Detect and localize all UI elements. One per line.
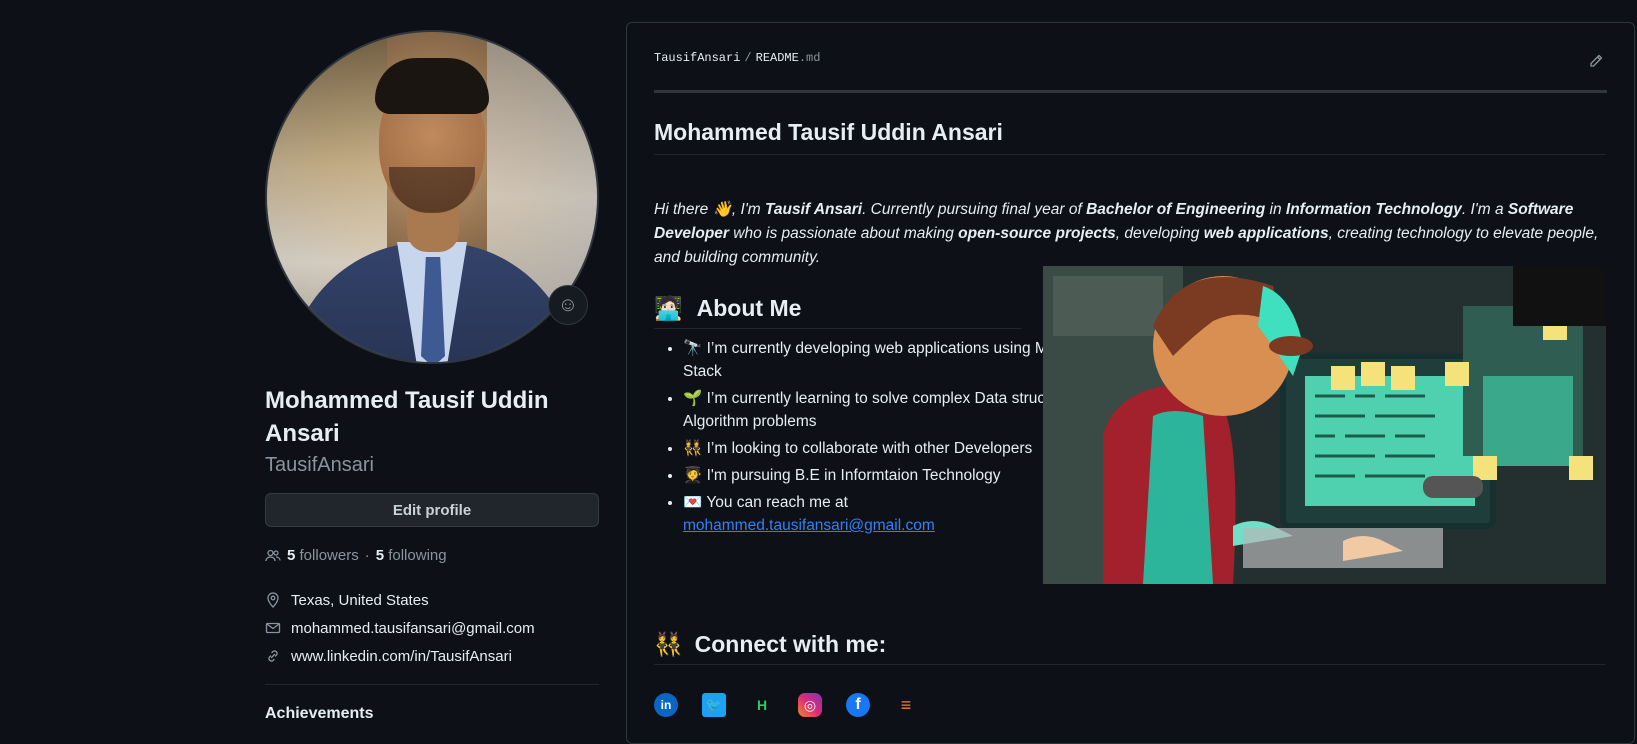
developer-illustration	[1043, 266, 1606, 584]
smiley-icon: ☺	[557, 293, 579, 316]
avatar[interactable]	[265, 30, 599, 364]
following-link[interactable]: 5 following	[376, 547, 447, 564]
sidebar-divider	[265, 684, 599, 685]
link-icon	[265, 648, 281, 664]
list-item: 🔭 I’m currently developing web applicati…	[683, 337, 1103, 383]
social-links: in 🐦 H ◎ f ≡	[654, 693, 918, 717]
breadcrumb-separator: /	[744, 51, 752, 65]
list-text: You can reach me at	[706, 494, 848, 511]
list-text: I’m looking to collaborate with other De…	[706, 440, 1033, 457]
pencil-icon	[1588, 54, 1604, 73]
intro-bold: Tausif Ansari	[765, 201, 863, 218]
follow-stats: 5 followers · 5 following	[265, 547, 599, 564]
readme-file-base: README	[755, 51, 799, 65]
readme-file-ext: .md	[798, 51, 821, 65]
email-link[interactable]: mohammed.tausifansari@gmail.com	[291, 620, 535, 637]
intro-text: Hi there	[654, 201, 713, 218]
list-item: 🌱 I’m currently learning to solve comple…	[683, 387, 1103, 433]
achievements-heading[interactable]: Achievements	[265, 705, 599, 723]
intro-text: . I'm a	[1461, 201, 1508, 218]
followers-link[interactable]: 5 followers	[287, 547, 359, 564]
location-text: Texas, United States	[291, 591, 429, 609]
list-emoji: 👯	[683, 440, 703, 457]
intro-text: , developing	[1115, 225, 1204, 242]
intro-bold: Bachelor of Engineering	[1086, 201, 1266, 218]
mail-icon	[265, 620, 281, 636]
readme-title: Mohammed Tausif Uddin Ansari	[654, 119, 1606, 155]
profile-sidebar: ☺ Mohammed Tausif Uddin Ansari TausifAns…	[265, 30, 599, 723]
following-label: following	[388, 547, 447, 564]
edit-profile-button[interactable]: Edit profile	[265, 493, 599, 527]
twitter-icon[interactable]: 🐦	[702, 693, 726, 717]
list-item: 💌 You can reach me at mohammed.tausifansa…	[683, 491, 1103, 537]
readme-panel: TausifAnsari / README.md Mohammed Tausif U…	[626, 22, 1635, 744]
intro-bold: open-source projects	[958, 225, 1116, 242]
about-me-list: 🔭 I’m currently developing web applicati…	[663, 337, 1103, 541]
instagram-icon[interactable]: ◎	[798, 693, 822, 717]
avatar-hair	[375, 58, 489, 114]
profile-name: Mohammed Tausif Uddin Ansari	[265, 387, 549, 447]
list-emoji: 💌	[683, 494, 703, 511]
intro-text: , I'm	[731, 201, 766, 218]
list-emoji: 🌱	[683, 390, 703, 407]
list-emoji: 🧑‍🎓	[683, 467, 703, 484]
profile-details: Texas, United States mohammed.tausifansa…	[265, 586, 599, 670]
contact-email-link[interactable]: mohammed.tausifansari@gmail.com	[683, 517, 935, 534]
about-emoji: 🧑🏻‍💻	[654, 295, 683, 321]
intro-bold: Information Technology	[1285, 201, 1462, 218]
readme-header-rule	[654, 90, 1607, 93]
website-row: www.linkedin.com/in/TausifAnsari	[265, 642, 599, 670]
list-item: 🧑‍🎓 I'm pursuing B.E in Informtaion Tech…	[683, 464, 1103, 487]
following-count: 5	[375, 547, 385, 564]
intro-text: . Currently pursuing final year of	[862, 201, 1087, 218]
website-link[interactable]: www.linkedin.com/in/TausifAnsari	[291, 648, 512, 665]
separator-dot: ·	[364, 547, 370, 564]
list-emoji: 🔭	[683, 340, 703, 357]
stackoverflow-icon[interactable]: ≡	[894, 693, 918, 717]
connect-emoji: 👯	[654, 631, 683, 657]
readme-file-name[interactable]: README.md	[756, 51, 821, 65]
intro-text: in	[1265, 201, 1286, 218]
location-row: Texas, United States	[265, 586, 599, 614]
wave-emoji: 👋	[712, 201, 732, 218]
facebook-icon[interactable]: f	[846, 693, 870, 717]
about-title: About Me	[696, 295, 802, 321]
list-text: I’m currently learning to solve complex …	[683, 390, 1103, 430]
intro-bold: web applications	[1203, 225, 1329, 242]
set-status-button[interactable]: ☺	[548, 285, 588, 325]
linkedin-icon[interactable]: in	[654, 693, 678, 717]
followers-label: followers	[299, 547, 359, 564]
location-icon	[265, 592, 281, 608]
readme-intro: Hi there 👋, I'm Tausif Ansari. Currently…	[654, 198, 1606, 270]
people-icon	[265, 548, 281, 564]
avatar-beard	[389, 167, 475, 213]
readme-owner-link[interactable]: TausifAnsari	[654, 51, 740, 65]
connect-heading: 👯 Connect with me:	[654, 631, 1606, 665]
readme-breadcrumb: TausifAnsari / README.md	[654, 51, 820, 65]
connect-title: Connect with me:	[694, 631, 887, 657]
profile-login: TausifAnsari	[265, 454, 374, 476]
avatar-container: ☺	[265, 30, 599, 364]
about-me-heading: 🧑🏻‍💻 About Me	[654, 295, 1021, 329]
list-text: I’m currently developing web application…	[683, 340, 1081, 380]
intro-text: who is passionate about making	[728, 225, 959, 242]
list-item: 👯 I’m looking to collaborate with other …	[683, 437, 1103, 460]
list-text: I'm pursuing B.E in Informtaion Technolo…	[706, 467, 1001, 484]
hackerrank-icon[interactable]: H	[750, 693, 774, 717]
followers-count: 5	[287, 547, 296, 564]
email-row: mohammed.tausifansari@gmail.com	[265, 614, 599, 642]
edit-readme-button[interactable]	[1588, 53, 1604, 74]
